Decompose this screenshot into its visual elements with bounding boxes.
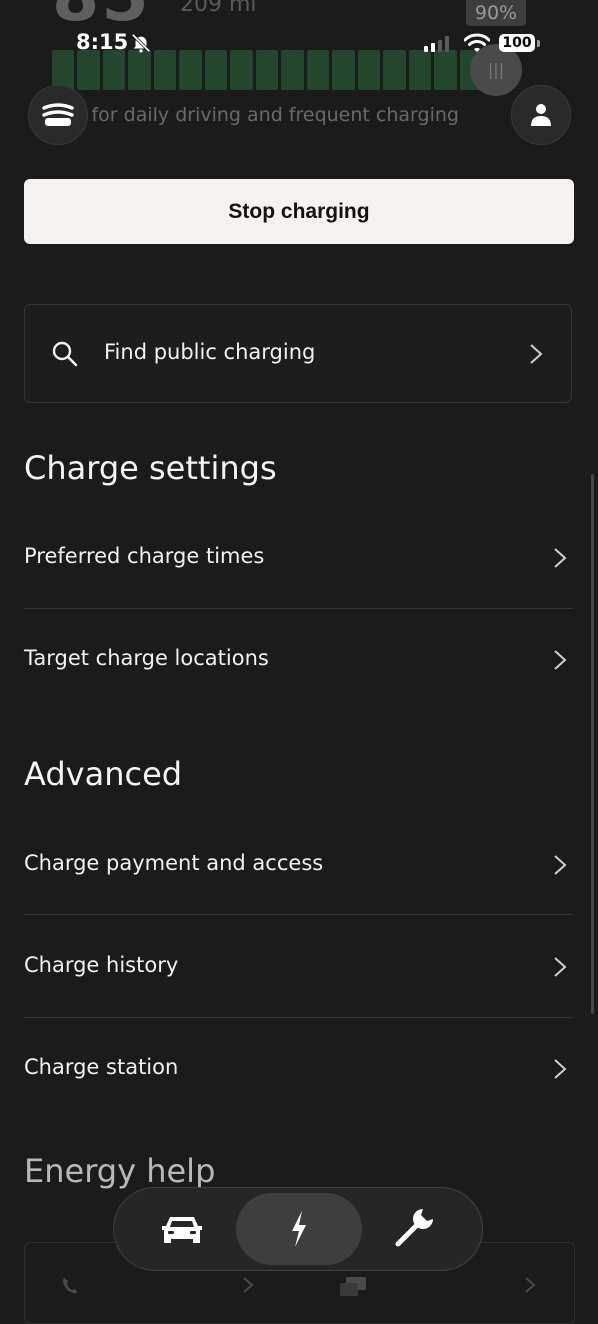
battery-segment xyxy=(357,50,381,90)
battery-segment xyxy=(179,50,202,90)
battery-segment xyxy=(383,50,406,90)
battery-segment xyxy=(434,50,457,90)
battery-segment xyxy=(52,50,75,90)
status-time: 8:15 xyxy=(76,30,129,54)
person-icon xyxy=(531,104,551,126)
battery-segment xyxy=(230,50,253,90)
battery-segment xyxy=(102,50,126,90)
chevron-right-icon xyxy=(530,344,543,364)
wifi-icon xyxy=(464,33,490,52)
battery-segment xyxy=(204,50,228,90)
divider xyxy=(24,914,573,915)
battery-indicator: 100 xyxy=(499,34,535,52)
battery-nub xyxy=(537,40,540,47)
battery-segment xyxy=(128,50,151,90)
vehicle-menu-button[interactable] xyxy=(28,85,88,145)
charge-station-label: Charge station xyxy=(24,1055,179,1079)
battery-segment xyxy=(281,50,304,90)
car-icon xyxy=(162,1217,202,1243)
charge-limit-badge: 90% xyxy=(466,0,526,26)
charge-history-label: Charge history xyxy=(24,953,179,977)
chevron-right-icon xyxy=(554,650,567,670)
bell-muted-icon xyxy=(131,33,151,53)
advanced-title: Advanced xyxy=(24,755,183,793)
battery-segment xyxy=(408,50,432,90)
find-public-charging-label: Find public charging xyxy=(104,340,316,364)
nav-service-button[interactable] xyxy=(392,1207,438,1247)
charge-limit-caption: t for daily driving and frequent chargin… xyxy=(78,104,459,126)
energy-help-title: Energy help xyxy=(24,1152,216,1190)
chevron-right-icon xyxy=(554,548,567,568)
nav-charging-button[interactable] xyxy=(276,1209,322,1249)
garage-stack-icon xyxy=(42,103,74,126)
chevron-right-icon xyxy=(243,1277,254,1293)
stop-charging-button[interactable]: Stop charging xyxy=(24,179,574,244)
wrench-icon xyxy=(395,1209,433,1247)
divider xyxy=(24,608,573,609)
charge-settings-title: Charge settings xyxy=(24,449,277,487)
phone-icon xyxy=(63,1278,77,1294)
chevron-right-icon xyxy=(554,957,567,977)
target-charge-locations-label: Target charge locations xyxy=(24,646,269,670)
divider xyxy=(24,1017,573,1018)
chevron-right-icon xyxy=(525,1277,536,1293)
battery-segment xyxy=(255,50,279,90)
chevron-right-icon xyxy=(554,855,567,875)
battery-level-bar xyxy=(52,50,482,90)
nav-car-button[interactable] xyxy=(159,1210,205,1250)
chevron-right-icon xyxy=(554,1059,567,1079)
profile-button[interactable] xyxy=(511,85,571,145)
cellular-signal-icon xyxy=(424,36,449,52)
charge-payment-access-label: Charge payment and access xyxy=(24,851,324,875)
chat-icon xyxy=(340,1277,366,1296)
range-label: 209 mi xyxy=(180,0,257,17)
battery-segment xyxy=(332,50,355,90)
lightning-icon xyxy=(292,1211,306,1247)
battery-segment xyxy=(77,50,100,90)
scrollbar[interactable] xyxy=(591,474,594,1014)
preferred-charge-times-label: Preferred charge times xyxy=(24,544,265,568)
search-icon xyxy=(52,341,78,367)
battery-segment xyxy=(306,50,330,90)
battery-segment xyxy=(153,50,177,90)
